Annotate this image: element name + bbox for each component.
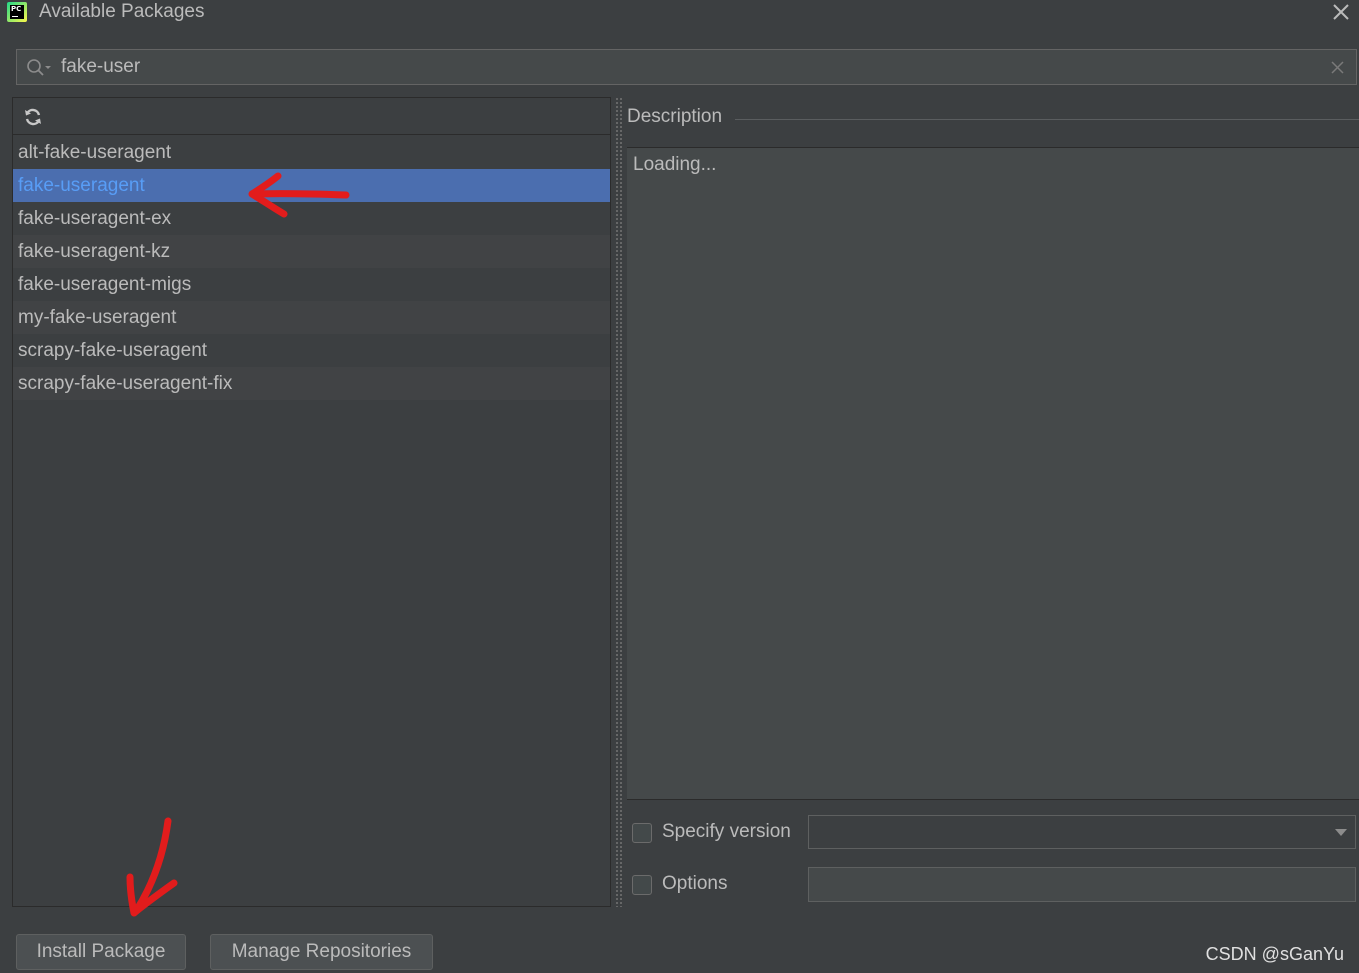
- package-list-item[interactable]: my-fake-useragent: [13, 301, 610, 334]
- package-list-item[interactable]: fake-useragent-migs: [13, 268, 610, 301]
- description-panel: Loading...: [627, 147, 1359, 800]
- list-toolbar: [13, 98, 610, 135]
- clear-search-icon[interactable]: [1331, 61, 1344, 74]
- package-list-item[interactable]: alt-fake-useragent: [13, 136, 610, 169]
- package-list-item[interactable]: fake-useragent: [13, 169, 610, 202]
- refresh-icon[interactable]: [23, 107, 43, 127]
- package-list: alt-fake-useragent fake-useragent fake-use…: [13, 136, 610, 400]
- watermark: CSDN @sGanYu: [1205, 944, 1344, 964]
- description-title: Description: [627, 106, 731, 128]
- options-input[interactable]: [808, 867, 1356, 902]
- package-list-item[interactable]: scrapy-fake-useragent: [13, 334, 610, 367]
- options-label: Options: [662, 873, 728, 894]
- window-title: Available Packages: [39, 1, 205, 22]
- close-window-button[interactable]: [1329, 0, 1353, 24]
- available-packages-dialog: PC Available Packages fake-user alt-fake…: [0, 0, 1359, 973]
- version-select[interactable]: [808, 815, 1356, 849]
- pane-splitter[interactable]: [615, 97, 623, 907]
- search-icon[interactable]: [26, 58, 52, 78]
- specify-version-label: Specify version: [662, 821, 791, 842]
- options-checkbox[interactable]: [632, 875, 652, 895]
- pycharm-logo-icon: PC: [7, 2, 27, 22]
- package-list-item[interactable]: fake-useragent-kz: [13, 235, 610, 268]
- specify-version-checkbox[interactable]: [632, 823, 652, 843]
- description-header: Description: [627, 106, 1359, 136]
- manage-repositories-button[interactable]: Manage Repositories: [210, 934, 433, 970]
- search-box: [16, 49, 1357, 85]
- description-text: Loading...: [633, 154, 717, 175]
- package-list-item[interactable]: scrapy-fake-useragent-fix: [13, 367, 610, 400]
- close-icon: [1333, 4, 1349, 20]
- description-divider: [735, 119, 1359, 120]
- chevron-down-icon: [1335, 829, 1347, 836]
- install-package-button[interactable]: Install Package: [16, 934, 186, 970]
- package-list-pane: alt-fake-useragent fake-useragent fake-use…: [12, 97, 611, 907]
- package-list-item[interactable]: fake-useragent-ex: [13, 202, 610, 235]
- title-bar: PC Available Packages: [0, 0, 1359, 28]
- search-input[interactable]: [61, 53, 1311, 81]
